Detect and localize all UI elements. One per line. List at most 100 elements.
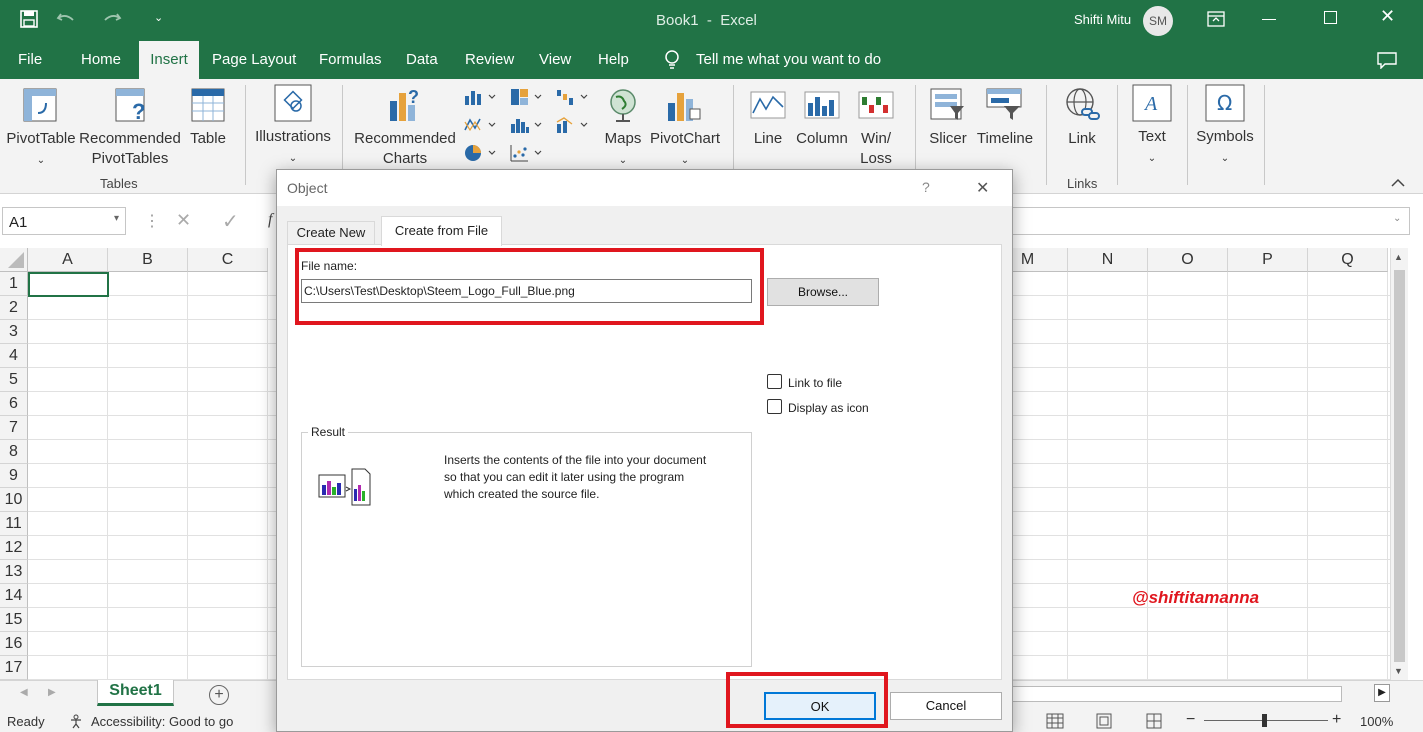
row-header[interactable]: 9 [0,464,28,488]
row-header[interactable]: 1 [0,272,28,296]
row-header[interactable]: 11 [0,512,28,536]
column-sparkline-button[interactable]: Column [792,129,852,149]
vertical-scrollbar[interactable]: ▲ ▼ [1390,248,1408,680]
row-header[interactable]: 3 [0,320,28,344]
tell-me-search[interactable]: Tell me what you want to do [686,41,891,79]
accessibility-icon[interactable] [68,713,86,729]
horizontal-scrollbar[interactable] [1012,686,1342,702]
select-all-corner[interactable] [0,248,28,272]
active-cell[interactable] [28,272,109,297]
slicer-button[interactable]: Slicer [924,129,972,149]
winloss-sparkline-button[interactable]: Win/Loss [852,129,900,169]
confirm-entry-icon[interactable]: ✓ [222,209,239,234]
tab-create-from-file[interactable]: Create from File [381,216,502,246]
scroll-up-icon[interactable]: ▲ [1394,252,1403,262]
row-header[interactable]: 5 [0,368,28,392]
link-button[interactable]: Link [1062,129,1102,149]
row-header[interactable]: 14 [0,584,28,608]
pivotchart-button[interactable]: PivotChart ⌄ [648,129,722,171]
minimize-icon[interactable] [1262,19,1276,20]
formula-input[interactable] [1010,207,1410,235]
column-header-q[interactable]: Q [1308,248,1388,272]
close-window-icon[interactable]: ✕ [1380,6,1395,27]
row-header[interactable]: 10 [0,488,28,512]
symbols-button[interactable]: Symbols ⌄ [1192,127,1258,169]
maps-button[interactable]: Maps ⌄ [596,129,650,171]
column-header-c[interactable]: C [188,248,268,272]
tab-view[interactable]: View [529,41,581,79]
row-header[interactable]: 15 [0,608,28,632]
row-header[interactable]: 13 [0,560,28,584]
save-icon[interactable] [20,10,38,28]
tab-home[interactable]: Home [71,41,131,79]
zoom-out-icon[interactable]: − [1186,711,1195,729]
tab-file[interactable]: File [8,41,52,79]
tab-help[interactable]: Help [588,41,639,79]
tab-insert[interactable]: Insert [139,41,199,79]
page-layout-view-icon[interactable] [1096,713,1112,729]
column-header-n[interactable]: N [1068,248,1148,272]
zoom-slider-thumb[interactable] [1262,714,1267,727]
zoom-in-icon[interactable]: + [1332,711,1341,729]
scroll-sheets-left-icon[interactable]: ◀ [20,687,28,698]
normal-view-icon[interactable] [1046,713,1064,729]
customize-toolbar-icon[interactable]: ⌄ [154,11,163,24]
pie-chart-icon[interactable] [464,144,498,162]
scroll-sheets-right-icon[interactable]: ▶ [48,687,56,698]
name-box[interactable]: A1 ▾ [2,207,126,235]
ribbon-display-icon[interactable] [1207,11,1225,27]
pivottable-button[interactable]: PivotTable ⌄ [4,129,78,171]
statistic-chart-icon[interactable] [510,116,544,134]
help-icon[interactable]: ? [922,179,930,195]
browse-button[interactable]: Browse... [767,278,879,306]
zoom-level[interactable]: 100% [1360,714,1393,729]
tab-review[interactable]: Review [455,41,524,79]
cancel-button[interactable]: Cancel [890,692,1002,720]
tab-create-new[interactable]: Create New [287,221,375,245]
line-sparkline-button[interactable]: Line [748,129,788,149]
avatar[interactable]: SM [1143,6,1173,36]
column-header-a[interactable]: A [28,248,108,272]
scrollbar-thumb[interactable] [1394,270,1405,662]
undo-icon[interactable] [56,10,76,28]
redo-icon[interactable] [102,10,122,28]
link-to-file-label[interactable]: Link to file [788,376,842,390]
insert-function-icon[interactable]: f [268,211,272,229]
row-header[interactable]: 7 [0,416,28,440]
chevron-down-icon[interactable]: ▾ [114,213,119,224]
row-header[interactable]: 8 [0,440,28,464]
zoom-slider[interactable] [1204,714,1328,727]
table-button[interactable]: Table [186,129,230,149]
scroll-right-icon[interactable]: ▶ [1374,684,1390,702]
link-to-file-checkbox[interactable] [767,374,782,389]
text-button[interactable]: Text ⌄ [1128,127,1176,169]
recommended-charts-button[interactable]: Recommended Charts [352,129,458,169]
maximize-icon[interactable] [1324,11,1337,24]
illustrations-button[interactable]: Illustrations ⌄ [250,127,336,169]
row-header[interactable]: 17 [0,656,28,680]
accessibility-status[interactable]: Accessibility: Good to go [91,714,233,729]
hierarchy-chart-icon[interactable] [510,88,544,106]
row-header[interactable]: 12 [0,536,28,560]
sheet-tab-sheet1[interactable]: Sheet1 [97,680,174,706]
drag-handle-icon[interactable]: ⋮ [144,211,160,231]
page-break-view-icon[interactable] [1146,713,1162,729]
comments-icon[interactable] [1377,52,1397,69]
row-header[interactable]: 16 [0,632,28,656]
expand-formula-icon[interactable]: ⌄ [1393,213,1401,224]
add-sheet-icon[interactable]: + [209,685,229,705]
row-header[interactable]: 6 [0,392,28,416]
display-as-icon-label[interactable]: Display as icon [788,401,869,415]
row-header[interactable]: 4 [0,344,28,368]
line-chart-icon[interactable] [464,116,498,134]
column-header-p[interactable]: P [1228,248,1308,272]
scatter-chart-icon[interactable] [510,144,544,162]
column-header-o[interactable]: O [1148,248,1228,272]
display-as-icon-checkbox[interactable] [767,399,782,414]
timeline-button[interactable]: Timeline [972,129,1038,149]
column-header-b[interactable]: B [108,248,188,272]
tab-formulas[interactable]: Formulas [309,41,392,79]
collapse-ribbon-icon[interactable] [1391,178,1405,188]
tab-page-layout[interactable]: Page Layout [202,41,306,79]
combo-chart-icon[interactable] [556,116,590,134]
